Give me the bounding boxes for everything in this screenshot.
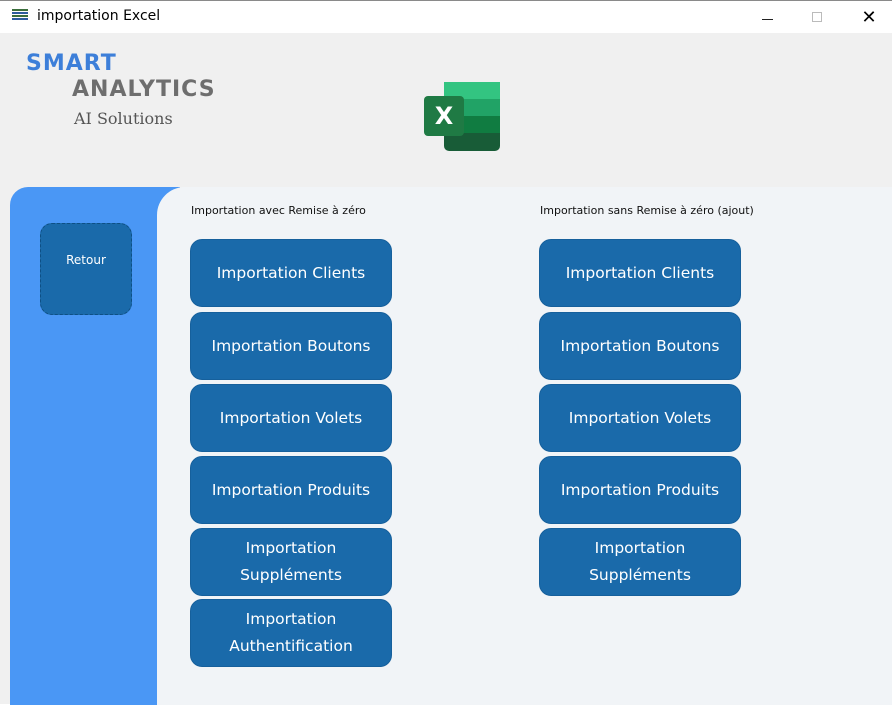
import-produits-append-button[interactable]: Importation Produits xyxy=(539,456,741,524)
title-bar: importation Excel ✕ xyxy=(0,1,892,33)
import-clients-reset-button[interactable]: Importation Clients xyxy=(190,239,392,307)
import-volets-reset-button[interactable]: Importation Volets xyxy=(190,384,392,452)
app-window: importation Excel ✕ SMART ANALYTICS AI S… xyxy=(0,0,892,705)
import-boutons-reset-button[interactable]: Importation Boutons xyxy=(190,312,392,380)
maximize-button[interactable] xyxy=(794,1,840,33)
import-authentification-reset-button[interactable]: Importation Authentification xyxy=(190,599,392,667)
app-icon xyxy=(12,9,28,23)
import-volets-append-button[interactable]: Importation Volets xyxy=(539,384,741,452)
import-supplements-reset-button[interactable]: Importation Suppléments xyxy=(190,528,392,596)
logo-smart: SMART xyxy=(26,51,117,76)
retour-button[interactable]: Retour xyxy=(40,223,132,315)
minimize-button[interactable] xyxy=(744,1,790,33)
import-supplements-append-button[interactable]: Importation Suppléments xyxy=(539,528,741,596)
close-icon: ✕ xyxy=(861,6,877,28)
excel-letter: X xyxy=(435,102,454,130)
minimize-icon xyxy=(761,18,773,20)
section-append-label: Importation sans Remise à zéro (ajout) xyxy=(540,204,754,217)
maximize-icon xyxy=(812,12,822,22)
import-boutons-append-button[interactable]: Importation Boutons xyxy=(539,312,741,380)
logo-analytics: ANALYTICS xyxy=(72,77,216,102)
close-button[interactable]: ✕ xyxy=(846,1,892,33)
window-title: importation Excel xyxy=(37,8,161,24)
import-produits-reset-button[interactable]: Importation Produits xyxy=(190,456,392,524)
section-reset-label: Importation avec Remise à zéro xyxy=(191,204,366,217)
import-clients-append-button[interactable]: Importation Clients xyxy=(539,239,741,307)
excel-icon: X xyxy=(424,82,500,151)
logo-subtitle: AI Solutions xyxy=(74,109,173,128)
